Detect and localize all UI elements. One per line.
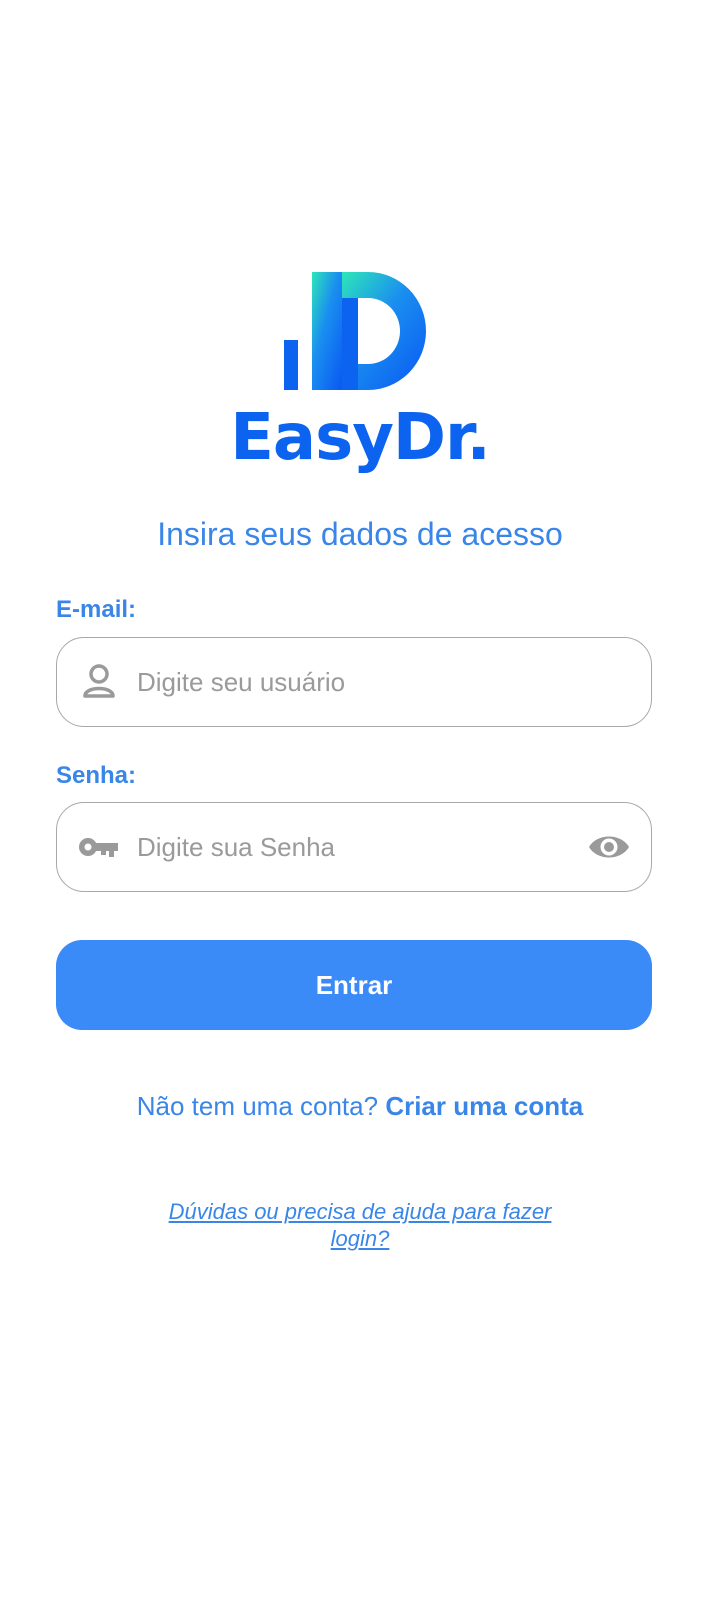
email-input[interactable] [137,656,557,708]
email-label: E-mail: [56,596,137,623]
eye-icon[interactable] [587,829,631,865]
password-input[interactable] [137,821,557,873]
password-label: Senha: [56,762,137,789]
brand-wordmark: EasyDr. [230,401,491,475]
logo-mark-icon [284,272,426,390]
person-icon [83,664,115,698]
login-help-link[interactable]: Dúvidas ou precisa de ajuda para fazer l… [160,1198,560,1252]
create-account-link[interactable]: Criar uma conta [385,1091,583,1121]
password-field-container[interactable] [56,802,652,892]
login-button[interactable]: Entrar [56,940,652,1030]
email-field-container[interactable] [56,637,652,727]
signup-prompt-row: Não tem uma conta? Criar uma conta [0,1088,720,1124]
key-icon [79,838,118,857]
page-subtitle: Insira seus dados de acesso [157,516,563,552]
signup-prompt-text: Não tem uma conta? [136,1091,379,1121]
